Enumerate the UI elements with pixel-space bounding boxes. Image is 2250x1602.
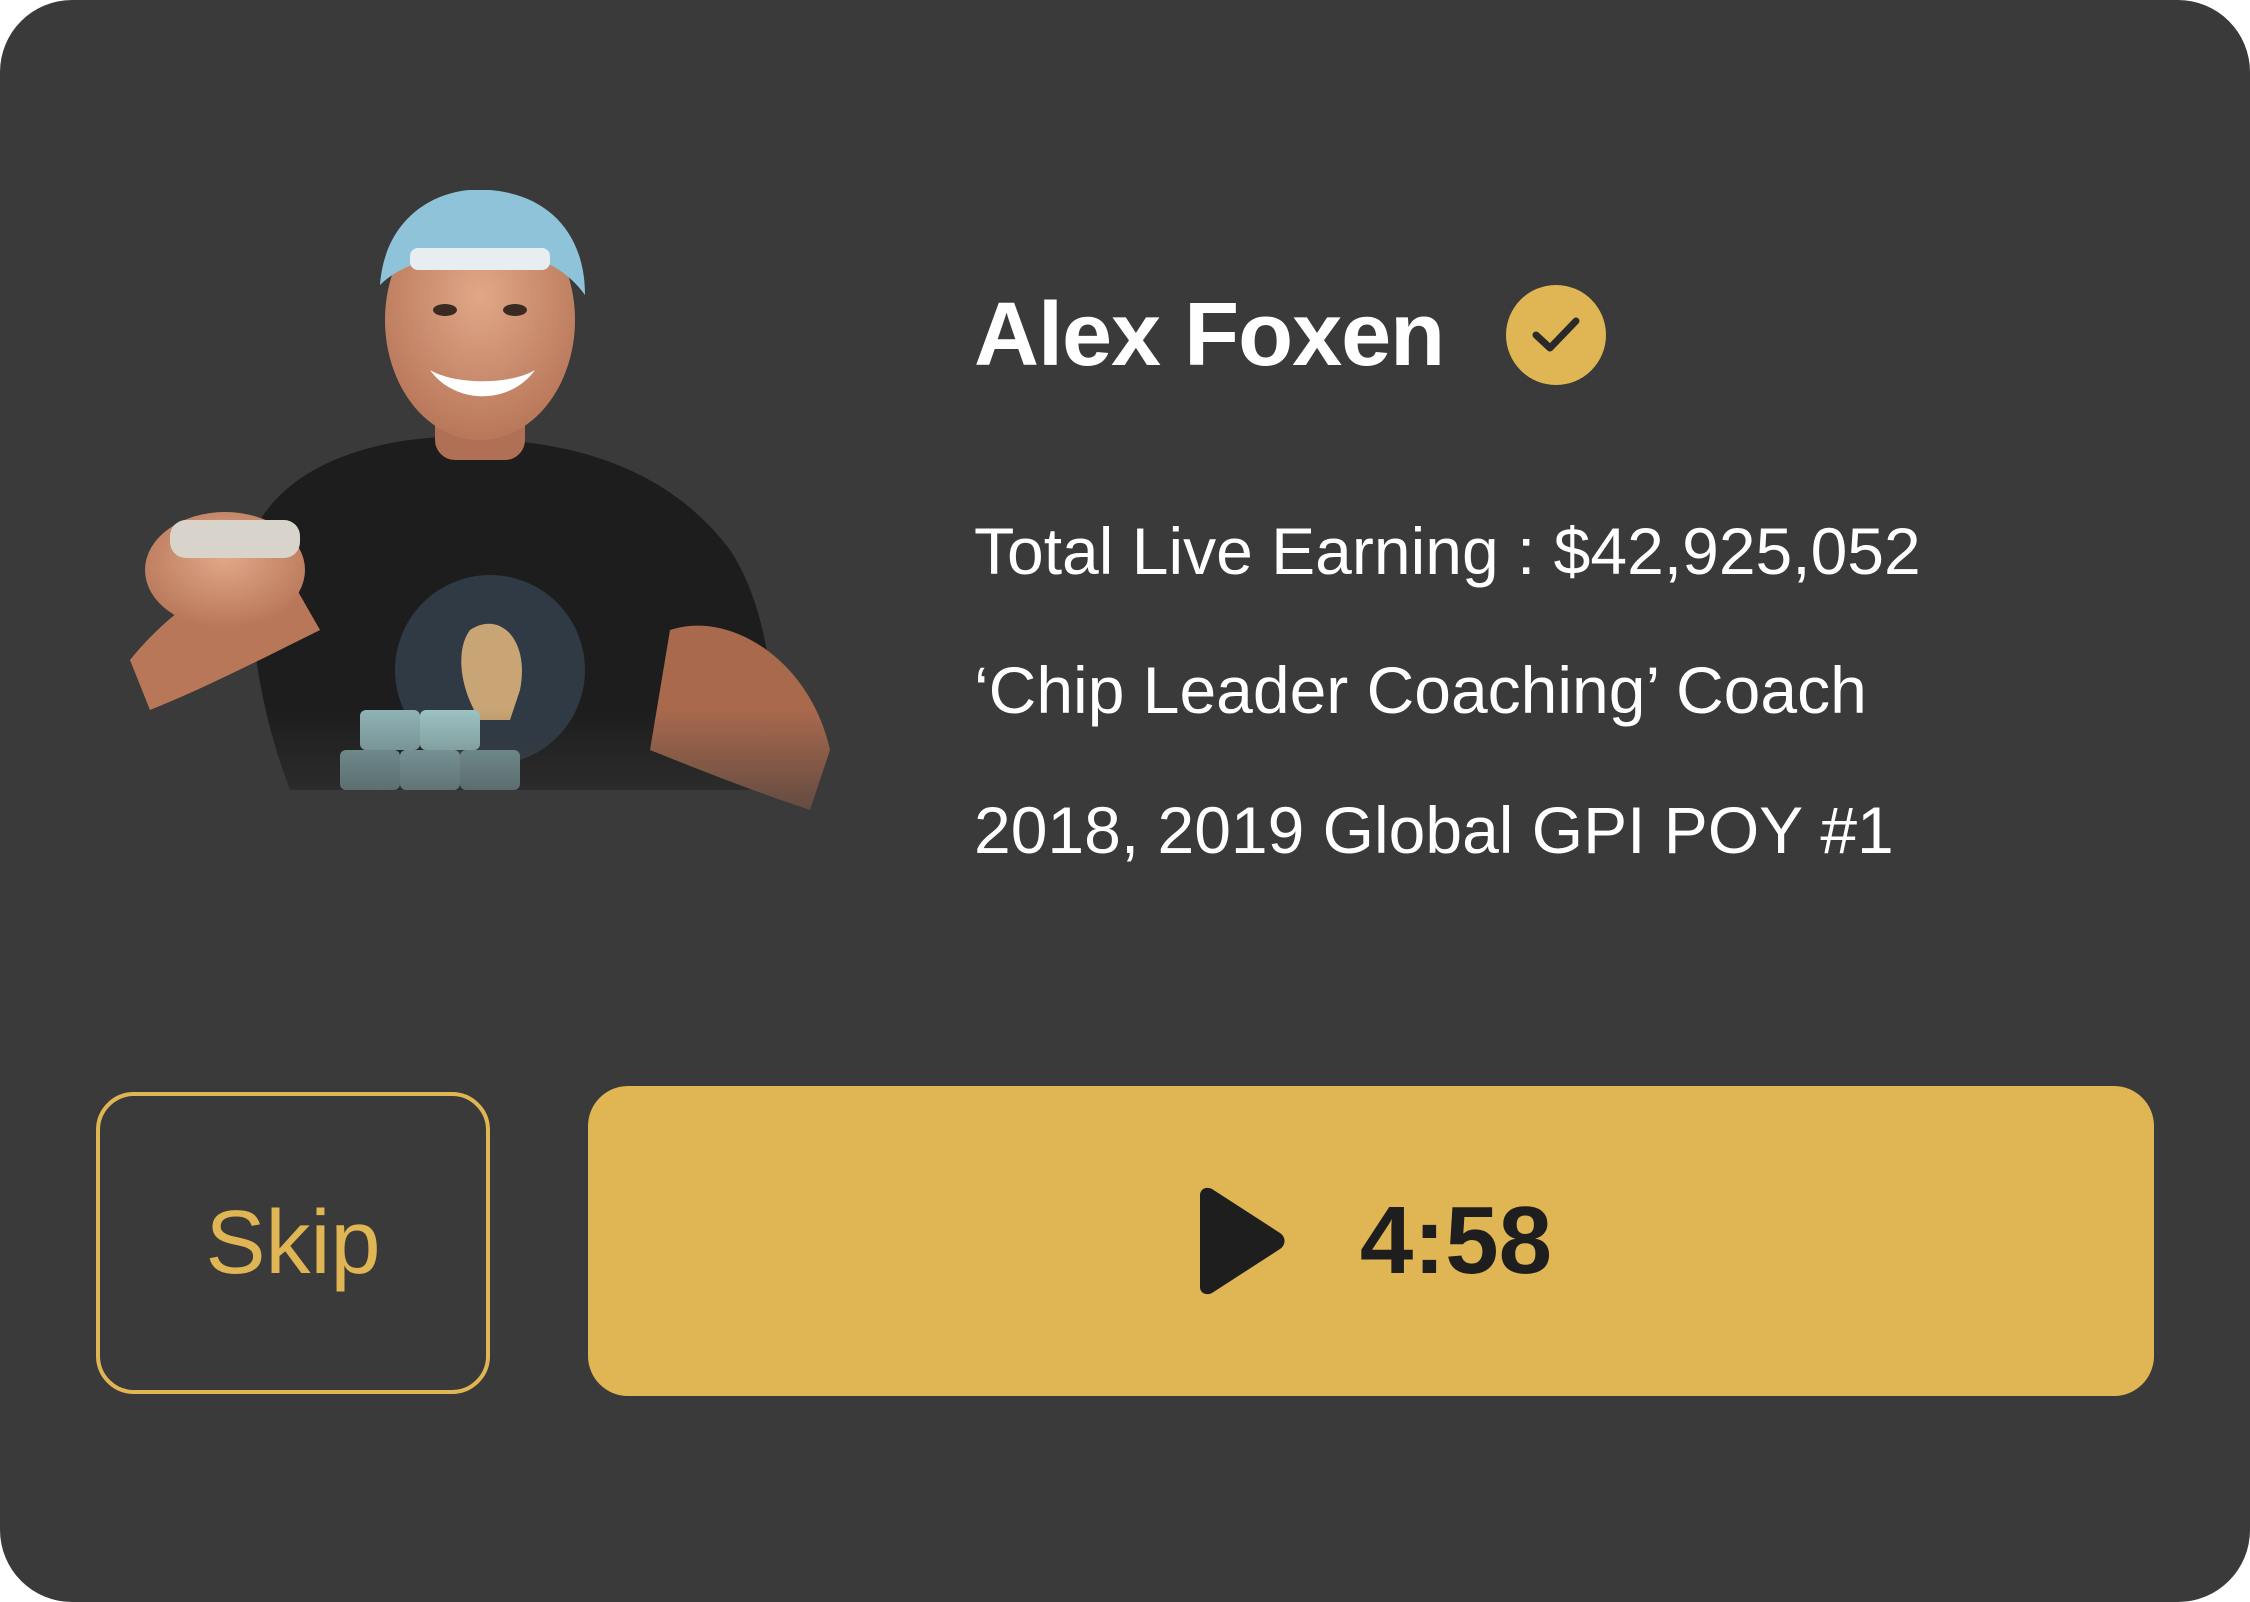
coach-intro-card: Alex Foxen Total Live Earning : $42,925,… [0, 0, 2250, 1602]
skip-button[interactable]: Skip [96, 1092, 490, 1394]
stat-live-earning: Total Live Earning : $42,925,052 [974, 514, 1921, 588]
coach-name: Alex Foxen [974, 285, 1445, 385]
coach-info: Alex Foxen Total Live Earning : $42,925,… [974, 270, 2174, 863]
skip-button-label: Skip [205, 1192, 381, 1293]
play-icon [1199, 1187, 1285, 1295]
coach-photo [110, 190, 870, 870]
play-button[interactable]: 4:58 [588, 1086, 2154, 1396]
stat-coach-role: ‘Chip Leader Coaching’ Coach [974, 653, 1867, 727]
check-circle-icon [1506, 285, 1607, 385]
stat-gpi-poy: 2018, 2019 Global GPI POY #1 [974, 793, 1894, 867]
video-timer: 4:58 [1359, 1187, 1553, 1294]
coach-name-row: Alex Foxen [974, 270, 2174, 400]
